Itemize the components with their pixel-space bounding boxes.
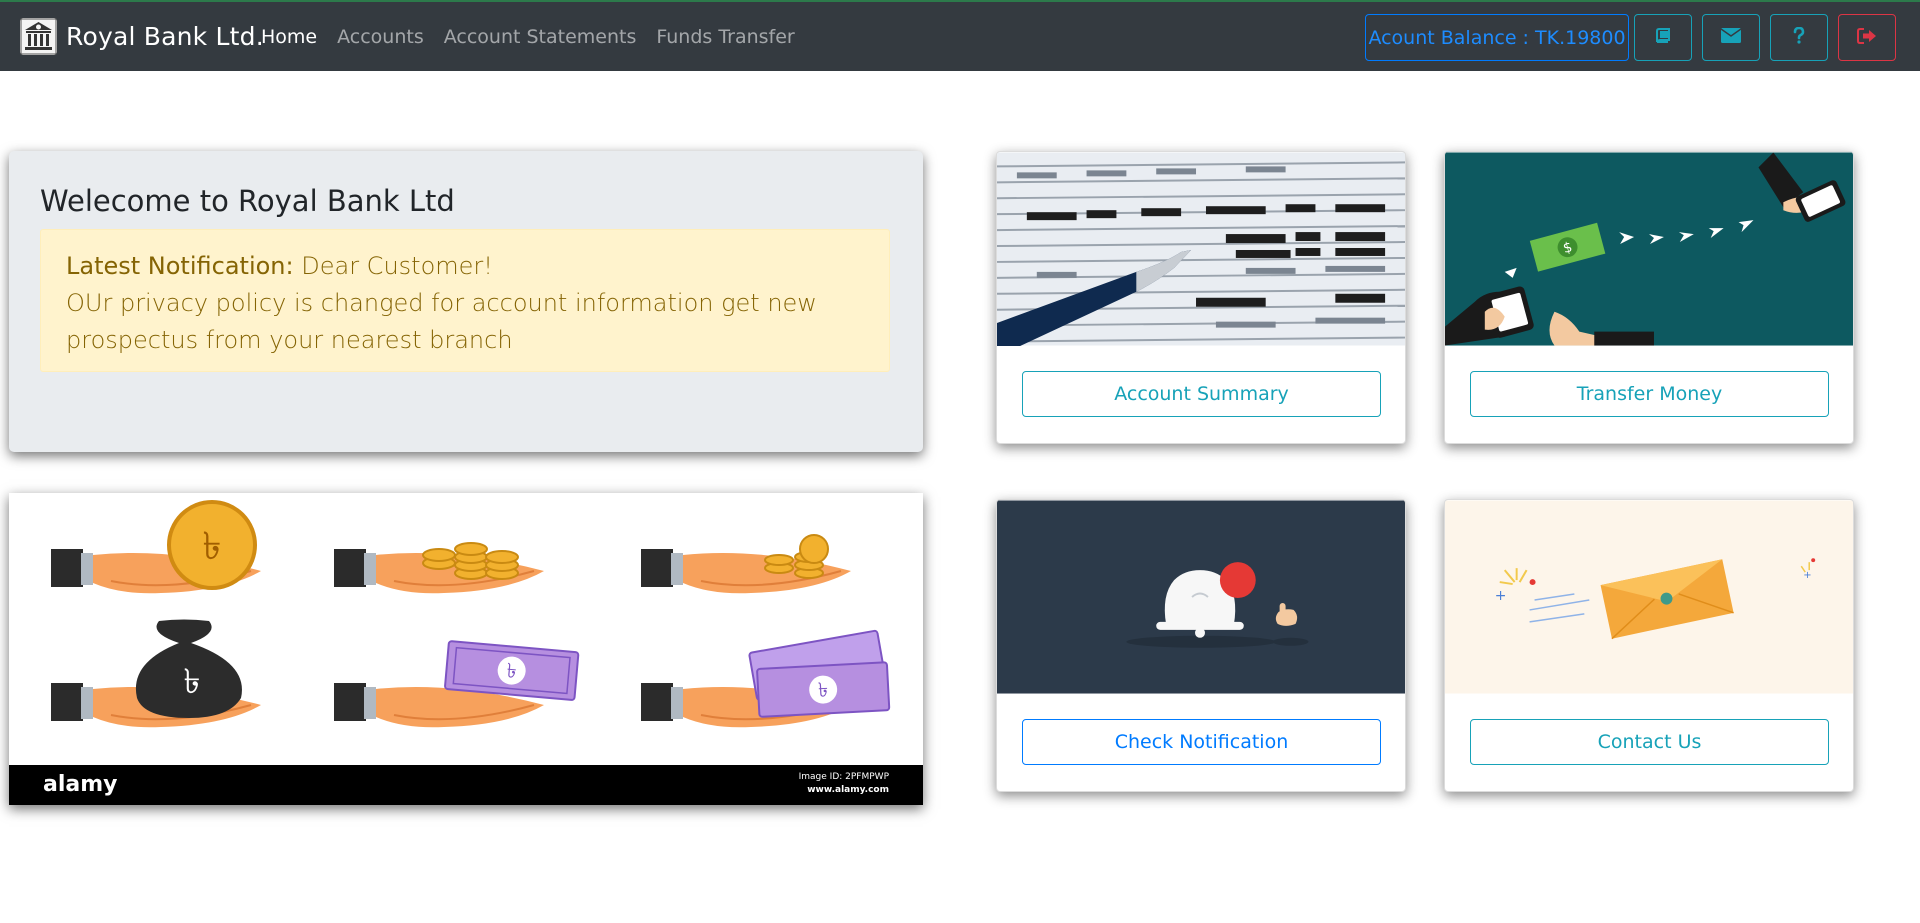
- main-nav: Home Accounts Account Statements Funds T…: [261, 26, 815, 48]
- bank-building-icon: [20, 18, 57, 55]
- svg-text:৳: ৳: [506, 658, 518, 683]
- money-hands-illustration: ৳ ৳ ৳ ৳: [50, 500, 891, 729]
- help-button[interactable]: [1770, 14, 1828, 61]
- alamy-footer: alamy Image ID: 2PFMPWP www.alamy.com: [9, 765, 923, 805]
- account-summary-button[interactable]: Account Summary: [1022, 371, 1381, 417]
- financial-table-pen-image: [997, 152, 1405, 346]
- notification-alert: Latest Notification: Dear Customer! OUr …: [40, 229, 890, 372]
- contact-us-button[interactable]: Contact Us: [1470, 719, 1829, 765]
- card-check-notification: Check Notification: [996, 499, 1406, 792]
- nav-account-statements[interactable]: Account Statements: [444, 26, 637, 48]
- notification-greeting: Dear Customer!: [301, 252, 493, 280]
- notification-message: OUr privacy policy is changed for accoun…: [66, 289, 817, 354]
- image-id-text: Image ID: 2PFMPWP www.alamy.com: [798, 772, 889, 795]
- brand[interactable]: Royal Bank Ltd.: [20, 18, 264, 55]
- envelope-icon: [1720, 28, 1742, 47]
- sign-out-icon: [1857, 27, 1877, 48]
- nav-funds-transfer[interactable]: Funds Transfer: [656, 26, 794, 48]
- svg-text:+: +: [1495, 588, 1507, 604]
- card-account-summary: Account Summary: [996, 151, 1406, 444]
- logout-button[interactable]: [1838, 14, 1896, 61]
- brand-name: Royal Bank Ltd.: [66, 22, 264, 51]
- account-balance-button[interactable]: Acount Balance : TK.19800: [1365, 14, 1629, 61]
- question-icon: [1793, 26, 1805, 48]
- welcome-title: Welecome to Royal Bank Ltd: [40, 184, 455, 218]
- svg-text:৳: ৳: [184, 662, 201, 702]
- nav-home[interactable]: Home: [261, 26, 317, 48]
- card-contact-us: + + Contact Us: [1444, 499, 1854, 792]
- envelope-letter-image: + +: [1445, 500, 1853, 694]
- nav-accounts[interactable]: Accounts: [337, 26, 424, 48]
- svg-text:+: +: [1803, 570, 1811, 581]
- messages-button[interactable]: [1702, 14, 1760, 61]
- notification-label: Latest Notification:: [66, 252, 294, 280]
- transfer-money-button[interactable]: Transfer Money: [1470, 371, 1829, 417]
- book-icon: [1655, 27, 1671, 48]
- svg-text:৳: ৳: [818, 677, 829, 701]
- check-notification-button[interactable]: Check Notification: [1022, 719, 1381, 765]
- top-navbar: Royal Bank Ltd. Home Accounts Account St…: [0, 0, 1920, 71]
- mobile-money-transfer-image: $: [1445, 152, 1853, 346]
- welcome-jumbotron: Welecome to Royal Bank Ltd Latest Notifi…: [9, 151, 923, 452]
- book-button[interactable]: [1634, 14, 1692, 61]
- money-hands-image: ৳ ৳ ৳ ৳ alamy Image ID: 2PFMPWP www.alam…: [9, 493, 923, 805]
- card-transfer-money: $ Transfer Money: [1444, 151, 1854, 444]
- alamy-logo: alamy: [43, 772, 118, 797]
- svg-text:৳: ৳: [203, 524, 222, 568]
- notification-bell-image: [997, 500, 1405, 694]
